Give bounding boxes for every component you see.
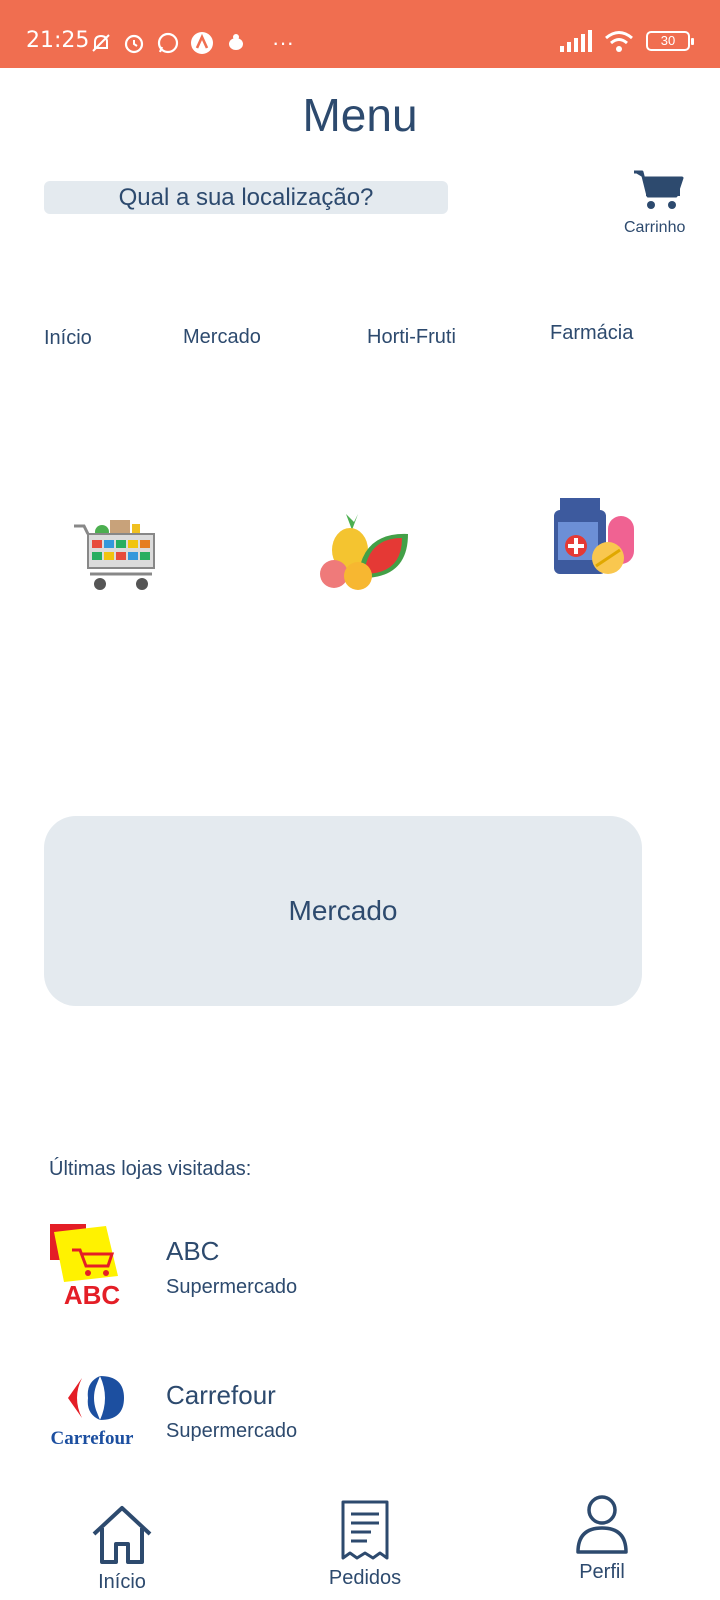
store-name: Carrefour: [166, 1380, 276, 1410]
nav-label: Início: [98, 1571, 146, 1593]
tab-farmacia[interactable]: Farmácia: [550, 322, 633, 345]
location-button[interactable]: Qual a sua localização?: [44, 181, 448, 214]
store-type: Supermercado: [166, 1420, 298, 1442]
recent-stores-heading: Últimas lojas visitadas:: [49, 1158, 252, 1180]
cart-button[interactable]: Carrinho: [618, 168, 698, 237]
grocery-cart-icon: [74, 520, 155, 590]
category-banner[interactable]: Mercado: [44, 816, 642, 1006]
svg-text:ABC: ABC: [64, 1280, 121, 1306]
nav-perfil[interactable]: Perfil: [566, 1494, 638, 1584]
status-notification-icons: ···: [90, 30, 294, 56]
app-a-icon: [191, 32, 213, 54]
tab-inicio[interactable]: Início: [44, 327, 92, 350]
receipt-icon: [341, 1500, 389, 1560]
carrefour-logo: Carrefour: [46, 1368, 136, 1458]
grocery-cart-category[interactable]: [72, 518, 162, 599]
store-name: ABC: [166, 1236, 220, 1266]
bug-icon: [229, 34, 243, 50]
nav-pedidos[interactable]: Pedidos: [324, 1498, 406, 1590]
pharmacy-category[interactable]: [550, 498, 636, 583]
bottom-nav: Início Pedidos Perfil: [0, 1480, 720, 1600]
whatsapp-icon: [157, 32, 179, 54]
more-icon: ···: [272, 30, 294, 55]
store-item-carrefour[interactable]: Carrefour Carrefour Supermercado: [36, 1368, 686, 1468]
fruits-category[interactable]: [318, 508, 410, 597]
status-system-icons: 30: [560, 30, 694, 52]
tab-horti-fruti[interactable]: Horti-Fruti: [367, 326, 456, 349]
nav-label: Perfil: [579, 1561, 625, 1583]
cart-label: Carrinho: [624, 219, 686, 236]
abc-logo: ABC: [46, 1224, 136, 1314]
store-type: Supermercado: [166, 1276, 298, 1298]
user-icon: [576, 1495, 628, 1554]
tab-mercado[interactable]: Mercado: [183, 326, 261, 349]
home-icon: [92, 1506, 152, 1564]
page-title: Menu: [302, 89, 418, 141]
medicine-icon: [554, 498, 634, 574]
status-bar: 21:25 ··· 30: [0, 0, 720, 68]
wifi-icon: [605, 31, 633, 52]
alarm-icon: [124, 34, 144, 54]
nav-label: Pedidos: [328, 1567, 402, 1589]
svg-text:Carrefour: Carrefour: [50, 1428, 134, 1449]
store-item-abc[interactable]: ABC ABC Supermercado: [36, 1224, 686, 1324]
cart-icon: [634, 170, 684, 209]
signal-icon: [560, 30, 592, 52]
nav-inicio[interactable]: Início: [86, 1504, 158, 1594]
battery-icon: 30: [646, 31, 694, 51]
status-time: 21:25: [26, 28, 90, 53]
bell-off-icon: [92, 34, 110, 52]
fruits-icon: [320, 514, 408, 590]
